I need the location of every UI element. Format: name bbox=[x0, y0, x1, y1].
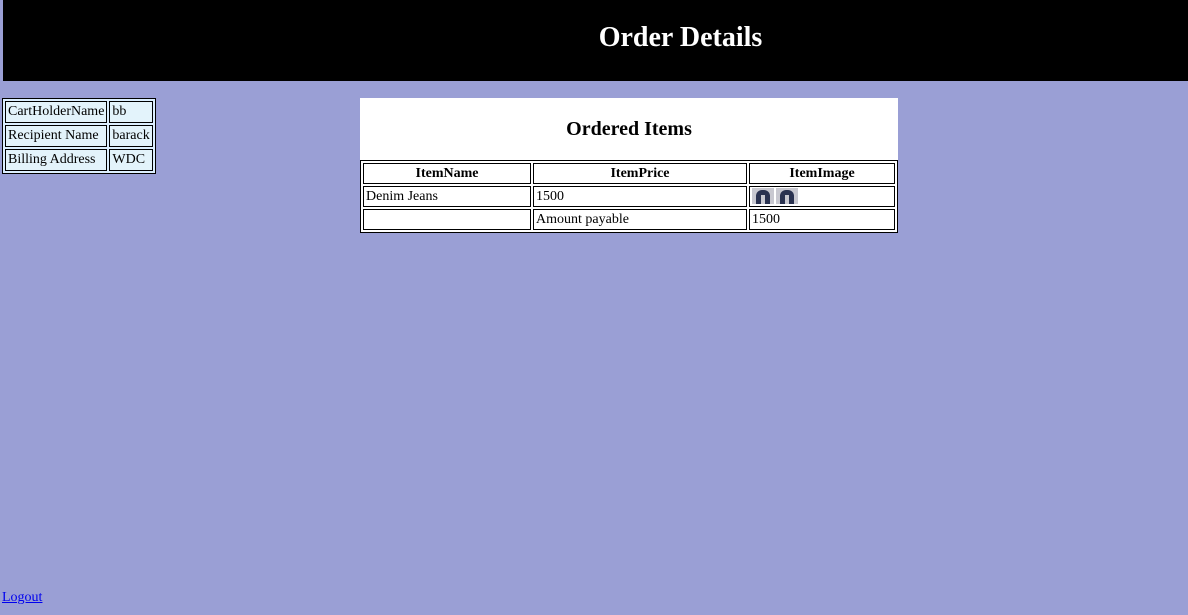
table-row: Denim Jeans 1500 bbox=[363, 186, 895, 207]
table-row: Recipient Name barack bbox=[5, 125, 153, 147]
item-name-cell: Denim Jeans bbox=[363, 186, 531, 207]
table-row: Billing Address WDC bbox=[5, 149, 153, 171]
item-price-cell: 1500 bbox=[533, 186, 747, 207]
table-header-row: ItemName ItemPrice ItemImage bbox=[363, 163, 895, 184]
amount-payable-label: Amount payable bbox=[533, 209, 747, 230]
billing-address-value: WDC bbox=[109, 149, 153, 171]
page-title: Order Details bbox=[598, 22, 763, 53]
billing-address-label: Billing Address bbox=[5, 149, 108, 171]
ordered-items-panel: Ordered Items ItemName ItemPrice ItemIma… bbox=[360, 98, 898, 233]
item-image-cell bbox=[749, 186, 895, 207]
ordered-items-table: ItemName ItemPrice ItemImage Denim Jeans… bbox=[360, 160, 898, 233]
amount-payable-value: 1500 bbox=[749, 209, 895, 230]
table-row: CartHolderName bb bbox=[5, 101, 153, 123]
page-header: Order Details bbox=[3, 0, 1188, 81]
column-header-item-price: ItemPrice bbox=[533, 163, 747, 184]
ordered-items-title: Ordered Items bbox=[566, 118, 692, 140]
cart-holder-table: CartHolderName bb Recipient Name barack … bbox=[2, 98, 156, 174]
empty-cell bbox=[363, 209, 531, 230]
cart-holder-value: bb bbox=[109, 101, 153, 123]
recipient-name-value: barack bbox=[109, 125, 153, 147]
cart-holder-label: CartHolderName bbox=[5, 101, 108, 123]
logout-link[interactable]: Logout bbox=[2, 590, 42, 606]
jeans-icon bbox=[776, 188, 798, 205]
column-header-item-name: ItemName bbox=[363, 163, 531, 184]
recipient-name-label: Recipient Name bbox=[5, 125, 108, 147]
table-row-total: Amount payable 1500 bbox=[363, 209, 895, 230]
item-image-thumbnails bbox=[752, 188, 798, 205]
column-header-item-image: ItemImage bbox=[749, 163, 895, 184]
jeans-icon bbox=[752, 188, 774, 205]
